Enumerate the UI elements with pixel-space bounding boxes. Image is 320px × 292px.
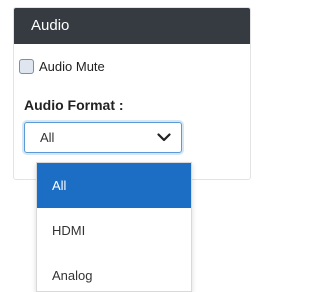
audio-mute-label[interactable]: Audio Mute (39, 59, 105, 74)
chevron-down-icon (157, 133, 171, 142)
audio-format-select[interactable]: All (24, 122, 182, 153)
audio-mute-row[interactable]: Audio Mute (19, 57, 105, 75)
panel-title: Audio (14, 8, 250, 44)
audio-format-label: Audio Format : (24, 97, 124, 113)
audio-format-dropdown: All HDMI Analog (36, 162, 192, 292)
dropdown-option-analog[interactable]: Analog (37, 253, 191, 291)
dropdown-option-all[interactable]: All (37, 163, 191, 208)
audio-format-selected-value: All (40, 130, 55, 145)
dropdown-option-hdmi[interactable]: HDMI (37, 208, 191, 253)
audio-mute-checkbox[interactable] (19, 58, 34, 74)
audio-panel: Audio (13, 7, 251, 180)
